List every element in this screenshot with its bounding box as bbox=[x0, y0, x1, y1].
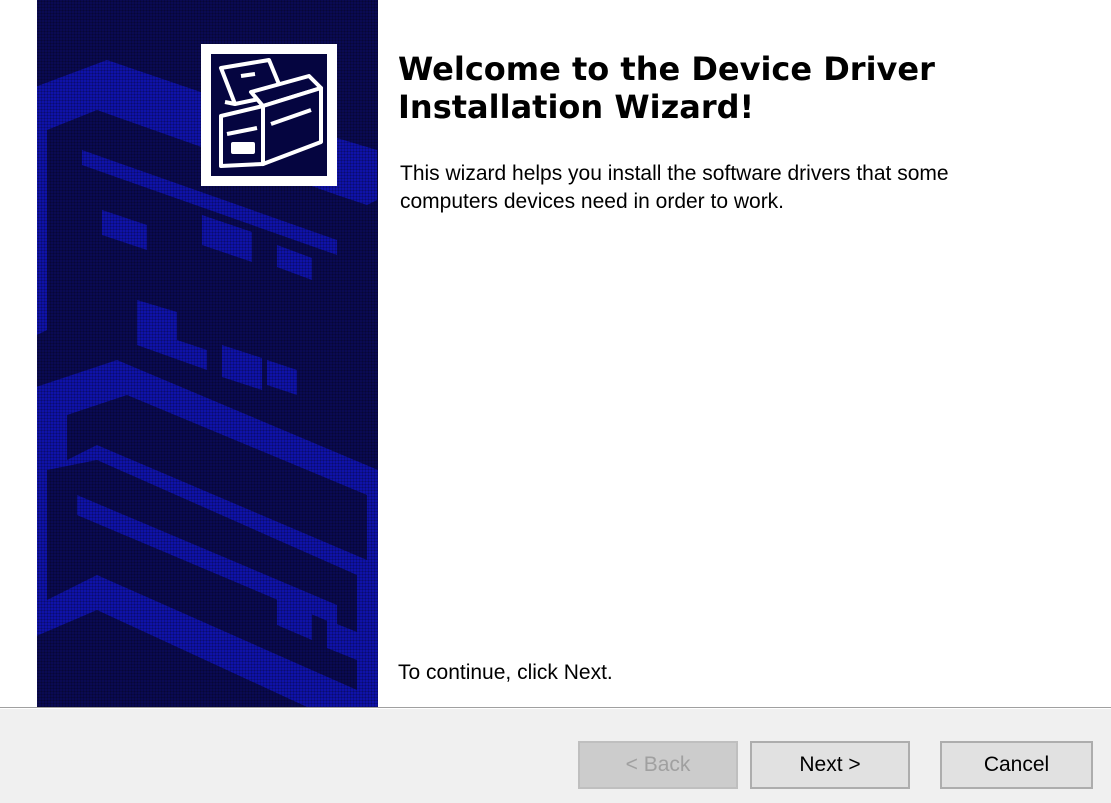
wizard-button-bar: < Back Next > Cancel bbox=[0, 709, 1111, 803]
next-button[interactable]: Next > bbox=[750, 741, 910, 789]
continue-instruction: To continue, click Next. bbox=[398, 661, 613, 684]
wizard-logo bbox=[201, 44, 337, 186]
computer-drive-icon bbox=[211, 54, 327, 176]
wizard-window: Welcome to the Device Driver Installatio… bbox=[0, 0, 1111, 803]
wizard-description: This wizard helps you install the softwa… bbox=[400, 162, 949, 213]
wizard-title: Welcome to the Device Driver Installatio… bbox=[398, 50, 935, 126]
cancel-button[interactable]: Cancel bbox=[940, 741, 1093, 789]
back-button[interactable]: < Back bbox=[578, 741, 738, 789]
